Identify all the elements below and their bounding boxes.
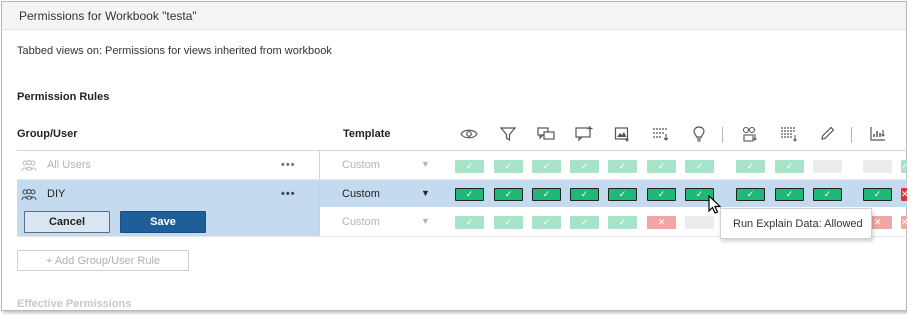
capability-cell-allow[interactable]: ✓ — [570, 188, 599, 201]
chevron-down-icon[interactable]: ▼ — [421, 216, 430, 226]
capability-cell-allow-light[interactable]: ✓ — [647, 160, 676, 173]
view-eye-icon[interactable] — [459, 125, 479, 143]
capability-cell-allow-light[interactable]: ✓ — [570, 160, 599, 173]
tabbed-views-note: Tabbed views on: Permissions for views i… — [17, 45, 332, 57]
capability-group-separator — [851, 127, 852, 143]
capability-cell-deny-light[interactable]: ✕ — [647, 216, 676, 229]
comments-icon[interactable] — [536, 125, 556, 143]
capability-cell-allow-light[interactable]: ✓ — [608, 216, 637, 229]
permission-rules-heading: Permission Rules — [17, 91, 110, 103]
mouse-cursor-icon — [708, 195, 722, 214]
capability-cell-none[interactable] — [863, 160, 892, 173]
download-full-data-icon[interactable] — [779, 125, 799, 143]
capability-tooltip: Run Explain Data: Allowed — [720, 208, 872, 239]
dialog-title: Permissions for Workbook "testa" — [19, 9, 197, 23]
tooltip-text: Run Explain Data: Allowed — [733, 218, 863, 230]
torn-edge — [907, 0, 913, 315]
row-more-menu[interactable]: ••• — [281, 188, 296, 200]
capability-cell-allow[interactable]: ✓ — [736, 188, 765, 201]
dialog-titlebar: Permissions for Workbook "testa" — [2, 2, 906, 30]
template-column-header: Template — [343, 128, 391, 140]
group-icon — [21, 188, 37, 206]
group-user-column-header: Group/User — [17, 128, 78, 140]
add-comment-icon[interactable] — [574, 125, 594, 143]
capability-cell-allow-light[interactable]: ✓ — [736, 160, 765, 173]
capability-cell-allow[interactable]: ✓ — [494, 188, 523, 201]
capability-cell-allow[interactable]: ✓ — [455, 188, 484, 201]
cancel-button[interactable]: Cancel — [24, 211, 110, 233]
download-workbook-icon[interactable] — [740, 125, 760, 143]
save-button[interactable]: Save — [120, 211, 206, 233]
capability-cell-allow-light[interactable]: ✓ — [494, 216, 523, 229]
add-group-user-rule-button[interactable]: + Add Group/User Rule — [17, 250, 189, 271]
capability-cell-allow-light[interactable]: ✓ — [455, 216, 484, 229]
capability-cell-allow-light[interactable]: ✓ — [608, 160, 637, 173]
capability-cell-allow[interactable]: ✓ — [863, 188, 892, 201]
capability-cell-allow-light[interactable]: ✓ — [775, 160, 804, 173]
capability-cell-allow[interactable]: ✓ — [775, 188, 804, 201]
capability-cell-none[interactable] — [685, 216, 714, 229]
template-select[interactable]: Custom — [342, 159, 380, 171]
filter-icon[interactable] — [498, 125, 518, 143]
capability-cell-allow-light[interactable]: ✓ — [532, 160, 561, 173]
export-image-icon[interactable] — [612, 125, 632, 143]
download-summary-data-icon[interactable] — [868, 125, 888, 143]
web-edit-pencil-icon[interactable] — [817, 125, 837, 143]
capability-cell-none[interactable] — [813, 160, 842, 173]
effective-permissions-heading: Effective Permissions — [17, 298, 132, 310]
capability-cell-allow[interactable]: ✓ — [532, 188, 561, 201]
capability-cell-allow-light[interactable]: ✓ — [494, 160, 523, 173]
capability-cell-allow-light[interactable]: ✓ — [455, 160, 484, 173]
template-select[interactable]: Custom — [342, 188, 380, 200]
template-select[interactable]: Custom — [342, 216, 380, 228]
capability-cell-allow[interactable]: ✓ — [813, 188, 842, 201]
row-more-menu[interactable]: ••• — [281, 159, 296, 171]
capability-cell-allow[interactable]: ✓ — [647, 188, 676, 201]
explain-data-lightbulb-icon[interactable] — [689, 125, 709, 143]
capability-cell-allow-light[interactable]: ✓ — [685, 160, 714, 173]
group-icon — [21, 159, 37, 177]
group-name: All Users — [47, 159, 92, 171]
chevron-down-icon[interactable]: ▼ — [421, 188, 430, 198]
capability-cell-allow-light[interactable]: ✓ — [570, 216, 599, 229]
capability-group-separator — [722, 127, 723, 143]
chevron-down-icon[interactable]: ▼ — [421, 159, 430, 169]
group-name: DIY — [47, 188, 66, 200]
capability-cell-allow[interactable]: ✓ — [608, 188, 637, 201]
capability-cell-allow-light[interactable]: ✓ — [532, 216, 561, 229]
export-data-icon[interactable] — [651, 125, 671, 143]
